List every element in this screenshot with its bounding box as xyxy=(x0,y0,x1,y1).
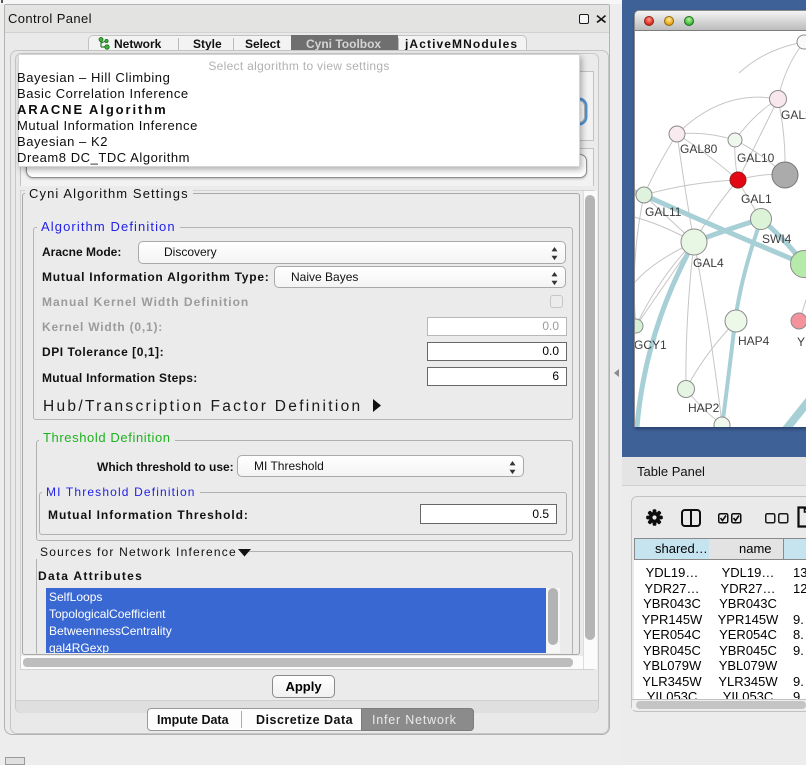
svg-text:HAP2: HAP2 xyxy=(688,401,720,415)
svg-text:GCY1: GCY1 xyxy=(635,338,667,352)
svg-text:YM: YM xyxy=(797,335,806,349)
svg-text:GAL4: GAL4 xyxy=(693,256,724,270)
svg-text:GAL10: GAL10 xyxy=(737,151,775,165)
svg-text:GAL2: GAL2 xyxy=(781,108,806,122)
svg-text:GAL11: GAL11 xyxy=(645,205,682,219)
svg-text:GAL1: GAL1 xyxy=(741,192,772,206)
svg-text:HAP4: HAP4 xyxy=(738,334,770,348)
svg-text:GAL80: GAL80 xyxy=(680,142,718,156)
svg-text:SWI4: SWI4 xyxy=(762,232,792,246)
